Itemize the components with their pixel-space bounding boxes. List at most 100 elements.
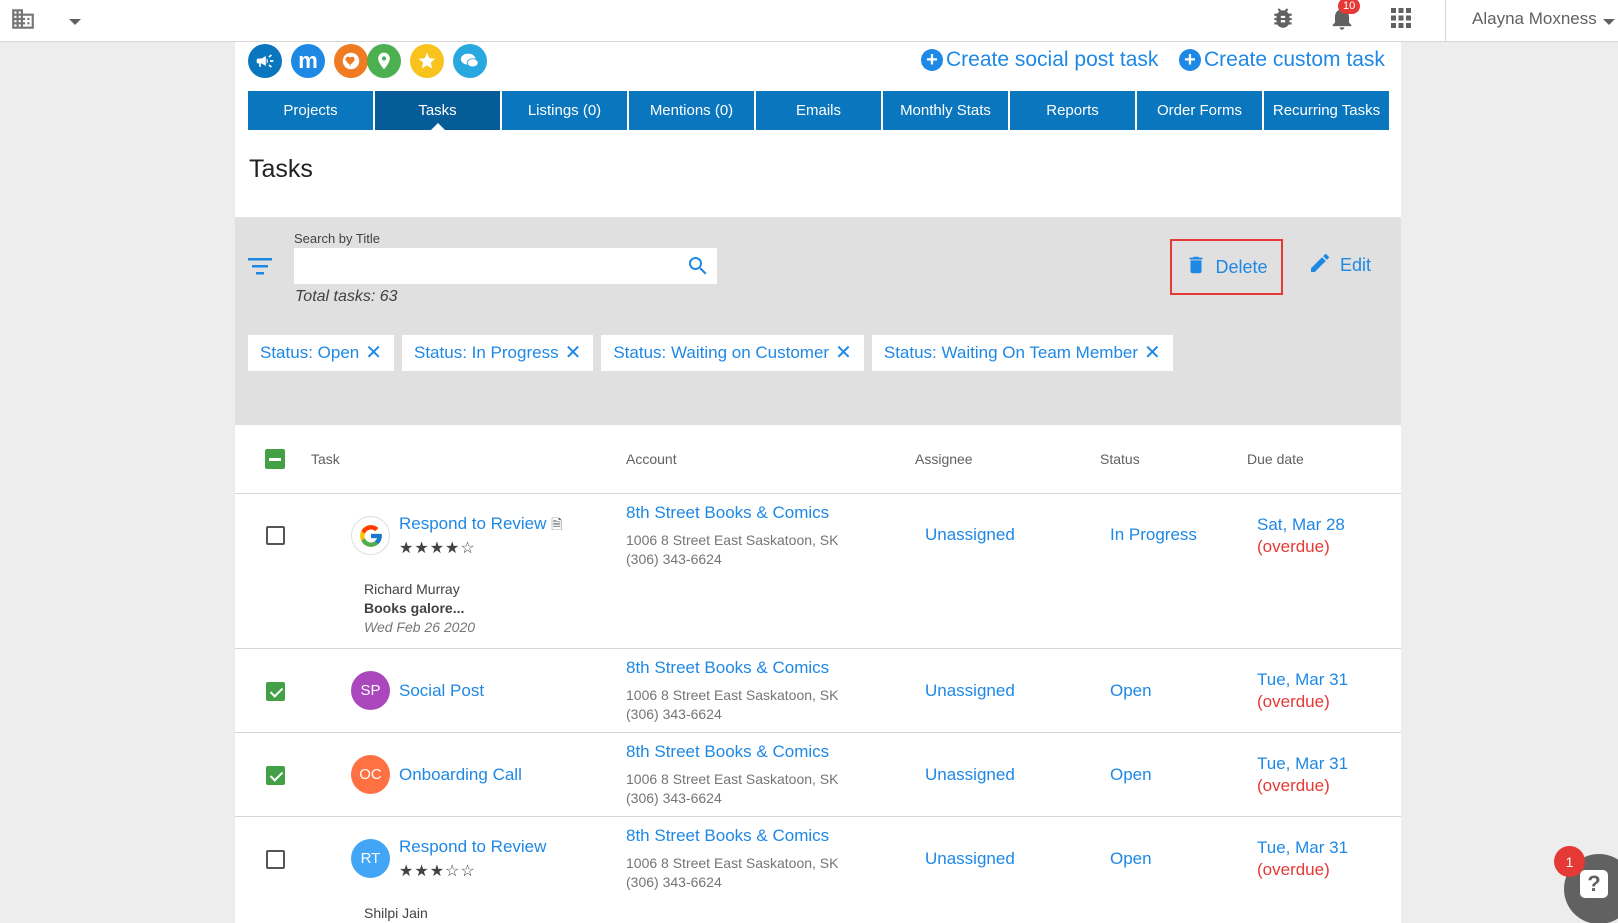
overdue-label: (overdue) (1257, 537, 1330, 556)
create-custom-task-link[interactable]: + Create custom task (1179, 48, 1385, 72)
search-label: Search by Title (294, 231, 380, 246)
map-pin-icon[interactable] (367, 44, 401, 78)
due-date[interactable]: Sat, Mar 28 (overdue) (1257, 514, 1345, 558)
task-title-link[interactable]: Onboarding Call (399, 765, 522, 785)
review-date: Wed Feb 26 2020 (364, 619, 476, 635)
main-panel: m + Create social post task + Create cus… (235, 42, 1401, 923)
table-row[interactable]: SP Social Post 8th Street Books & Comics… (235, 649, 1401, 733)
top-bar: 10 Alayna Moxness (0, 0, 1618, 42)
close-icon[interactable]: ✕ (835, 343, 852, 363)
tab-order-forms[interactable]: Order Forms (1137, 91, 1262, 130)
filter-chips: Status: Open ✕ Status: In Progress ✕ Sta… (248, 335, 1173, 371)
account-address: 1006 8 Street East Saskatoon, SK (626, 855, 839, 871)
assignee-link[interactable]: Unassigned (925, 849, 1015, 869)
building-icon[interactable] (10, 6, 36, 37)
row-checkbox[interactable] (266, 766, 285, 785)
account-name-link[interactable]: 8th Street Books & Comics (626, 658, 829, 678)
chat-icon[interactable] (453, 44, 487, 78)
account-name-link[interactable]: 8th Street Books & Comics (626, 503, 829, 523)
bug-icon[interactable] (1270, 5, 1296, 36)
task-title-link[interactable]: Social Post (399, 681, 484, 701)
help-question-icon[interactable]: ? (1580, 870, 1608, 898)
topbar-divider (1445, 0, 1446, 42)
help-badge: 1 (1554, 846, 1585, 877)
assignee-link[interactable]: Unassigned (925, 681, 1015, 701)
user-menu-chevron-icon[interactable] (1602, 14, 1616, 32)
column-header-assignee[interactable]: Assignee (915, 451, 973, 467)
search-icon[interactable] (686, 254, 710, 283)
user-name[interactable]: Alayna Moxness (1472, 9, 1597, 29)
column-header-task[interactable]: Task (311, 451, 340, 467)
due-date-text: Sat, Mar 28 (1257, 515, 1345, 534)
reviewer-name: Shilpi Jain (364, 905, 428, 921)
close-icon[interactable]: ✕ (565, 343, 582, 363)
tab-tasks[interactable]: Tasks (375, 91, 500, 131)
close-icon[interactable]: ✕ (365, 343, 382, 363)
assignee-link[interactable]: Unassigned (925, 765, 1015, 785)
megaphone-icon[interactable] (248, 44, 282, 78)
heart-icon[interactable] (334, 44, 368, 78)
tab-listings[interactable]: Listings (0) (502, 91, 627, 130)
due-date[interactable]: Tue, Mar 31 (overdue) (1257, 669, 1348, 713)
avatar: SP (351, 671, 390, 710)
status-link[interactable]: In Progress (1110, 525, 1197, 545)
plus-circle-icon: + (1179, 49, 1201, 71)
filter-bar: Search by Title Total tasks: 63 Delete E… (235, 217, 1401, 425)
table-row[interactable]: Respond to Review 🗎 ★★★★☆ 8th Street Boo… (235, 494, 1401, 649)
tab-mentions[interactable]: Mentions (0) (629, 91, 754, 130)
tab-recurring-tasks[interactable]: Recurring Tasks (1264, 91, 1389, 130)
row-checkbox[interactable] (266, 682, 285, 701)
table-header: Task Account Assignee Status Due date (235, 425, 1401, 494)
filter-icon[interactable] (247, 255, 273, 282)
table-row[interactable]: OC Onboarding Call 8th Street Books & Co… (235, 733, 1401, 817)
close-icon[interactable]: ✕ (1144, 343, 1161, 363)
tab-projects[interactable]: Projects (248, 91, 373, 130)
status-link[interactable]: Open (1110, 849, 1152, 869)
account-details: 1006 8 Street East Saskatoon, SK (306) 3… (626, 686, 838, 724)
table-row[interactable]: RT Respond to Review ★★★☆☆ 8th Street Bo… (235, 817, 1401, 923)
account-phone: (306) 343-6624 (626, 706, 722, 722)
status-link[interactable]: Open (1110, 681, 1152, 701)
due-date-text: Tue, Mar 31 (1257, 838, 1349, 857)
chevron-down-icon[interactable] (68, 14, 82, 32)
search-input[interactable] (294, 248, 674, 284)
due-date[interactable]: Tue, Mar 31 (overdue) (1257, 753, 1348, 797)
tab-monthly-stats[interactable]: Monthly Stats (883, 91, 1008, 130)
column-header-status[interactable]: Status (1100, 451, 1140, 467)
page-title: Tasks (249, 155, 313, 183)
account-phone: (306) 343-6624 (626, 551, 722, 567)
due-date[interactable]: Tue, Mar 31 (overdue) (1257, 837, 1348, 881)
select-all-checkbox[interactable] (265, 449, 285, 469)
column-header-due-date[interactable]: Due date (1247, 451, 1304, 467)
column-header-account[interactable]: Account (626, 451, 677, 467)
tab-reports[interactable]: Reports (1010, 91, 1135, 130)
account-phone: (306) 343-6624 (626, 874, 722, 890)
edit-button[interactable]: Edit (1308, 251, 1371, 280)
pencil-icon (1308, 251, 1332, 280)
account-details: 1006 8 Street East Saskatoon, SK (306) 3… (626, 854, 838, 892)
task-title-link[interactable]: Respond to Review 🗎 (399, 514, 562, 538)
row-checkbox[interactable] (266, 850, 285, 869)
filter-chip-in-progress: Status: In Progress ✕ (402, 335, 594, 371)
delete-button[interactable]: Delete (1170, 239, 1283, 295)
task-title-link[interactable]: Respond to Review (399, 837, 546, 857)
star-icon[interactable] (410, 44, 444, 78)
filter-chip-waiting-on-customer: Status: Waiting on Customer ✕ (601, 335, 864, 371)
status-link[interactable]: Open (1110, 765, 1152, 785)
task-title-text: Respond to Review (399, 514, 547, 533)
document-icon: 🗎 (551, 516, 563, 532)
notification-count-badge: 10 (1338, 0, 1361, 14)
account-name-link[interactable]: 8th Street Books & Comics (626, 742, 829, 762)
assignee-link[interactable]: Unassigned (925, 525, 1015, 545)
account-name-link[interactable]: 8th Street Books & Comics (626, 826, 829, 846)
account-address: 1006 8 Street East Saskatoon, SK (626, 771, 839, 787)
account-address: 1006 8 Street East Saskatoon, SK (626, 532, 839, 548)
chip-label: Status: Open (260, 343, 360, 362)
tab-emails[interactable]: Emails (756, 91, 881, 130)
due-date-text: Tue, Mar 31 (1257, 754, 1349, 773)
total-tasks: Total tasks: 63 (295, 288, 398, 305)
apps-grid-icon[interactable] (1389, 6, 1413, 35)
m-service-icon[interactable]: m (291, 44, 325, 78)
create-social-post-task-link[interactable]: + Create social post task (921, 48, 1158, 72)
row-checkbox[interactable] (266, 526, 285, 545)
